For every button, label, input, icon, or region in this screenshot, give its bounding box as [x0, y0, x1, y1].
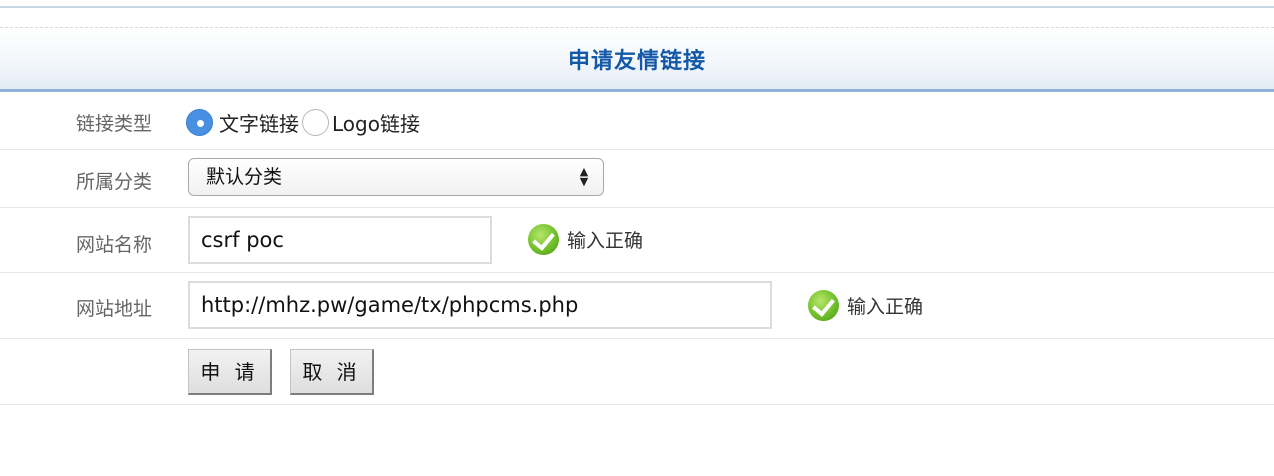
buttons-row: 申 请 取 消: [0, 339, 1274, 405]
page-title: 申请友情链接: [567, 48, 706, 74]
top-border-line: [0, 6, 1274, 8]
category-label: 所属分类: [76, 171, 153, 193]
link-type-radio-group: 文字链接 Logo链接: [186, 108, 423, 137]
check-circle-icon: [528, 224, 559, 255]
cancel-button[interactable]: 取 消: [290, 349, 374, 395]
radio-text-link[interactable]: [186, 109, 213, 136]
radio-logo-link[interactable]: [302, 109, 329, 136]
check-circle-icon: [808, 290, 839, 321]
form-header: 申请友情链接: [0, 28, 1274, 92]
site-url-label: 网站地址: [76, 298, 153, 320]
category-row: 所属分类 默认分类 ▲ ▼: [0, 150, 1274, 208]
radio-text-link-label[interactable]: 文字链接: [219, 108, 299, 137]
site-url-status: 输入正确: [847, 296, 924, 318]
submit-button[interactable]: 申 请: [188, 349, 272, 395]
site-name-validation: 输入正确: [528, 224, 643, 255]
category-select[interactable]: 默认分类 ▲ ▼: [188, 158, 604, 196]
radio-logo-link-label[interactable]: Logo链接: [332, 108, 420, 137]
link-type-row: 链接类型 文字链接 Logo链接: [0, 95, 1274, 150]
up-down-arrows-icon: ▲ ▼: [579, 165, 589, 188]
site-name-label: 网站名称: [76, 234, 153, 256]
site-name-row: 网站名称 csrf poc 输入正确: [0, 208, 1274, 273]
site-url-validation: 输入正确: [808, 290, 923, 321]
site-url-row: 网站地址 http://mhz.pw/game/tx/phpcms.php 输入…: [0, 273, 1274, 339]
site-name-status: 输入正确: [567, 230, 644, 252]
category-select-value: 默认分类: [206, 166, 283, 188]
site-url-input[interactable]: http://mhz.pw/game/tx/phpcms.php: [188, 281, 772, 329]
link-type-label: 链接类型: [76, 113, 153, 135]
site-name-input[interactable]: csrf poc: [188, 216, 492, 264]
